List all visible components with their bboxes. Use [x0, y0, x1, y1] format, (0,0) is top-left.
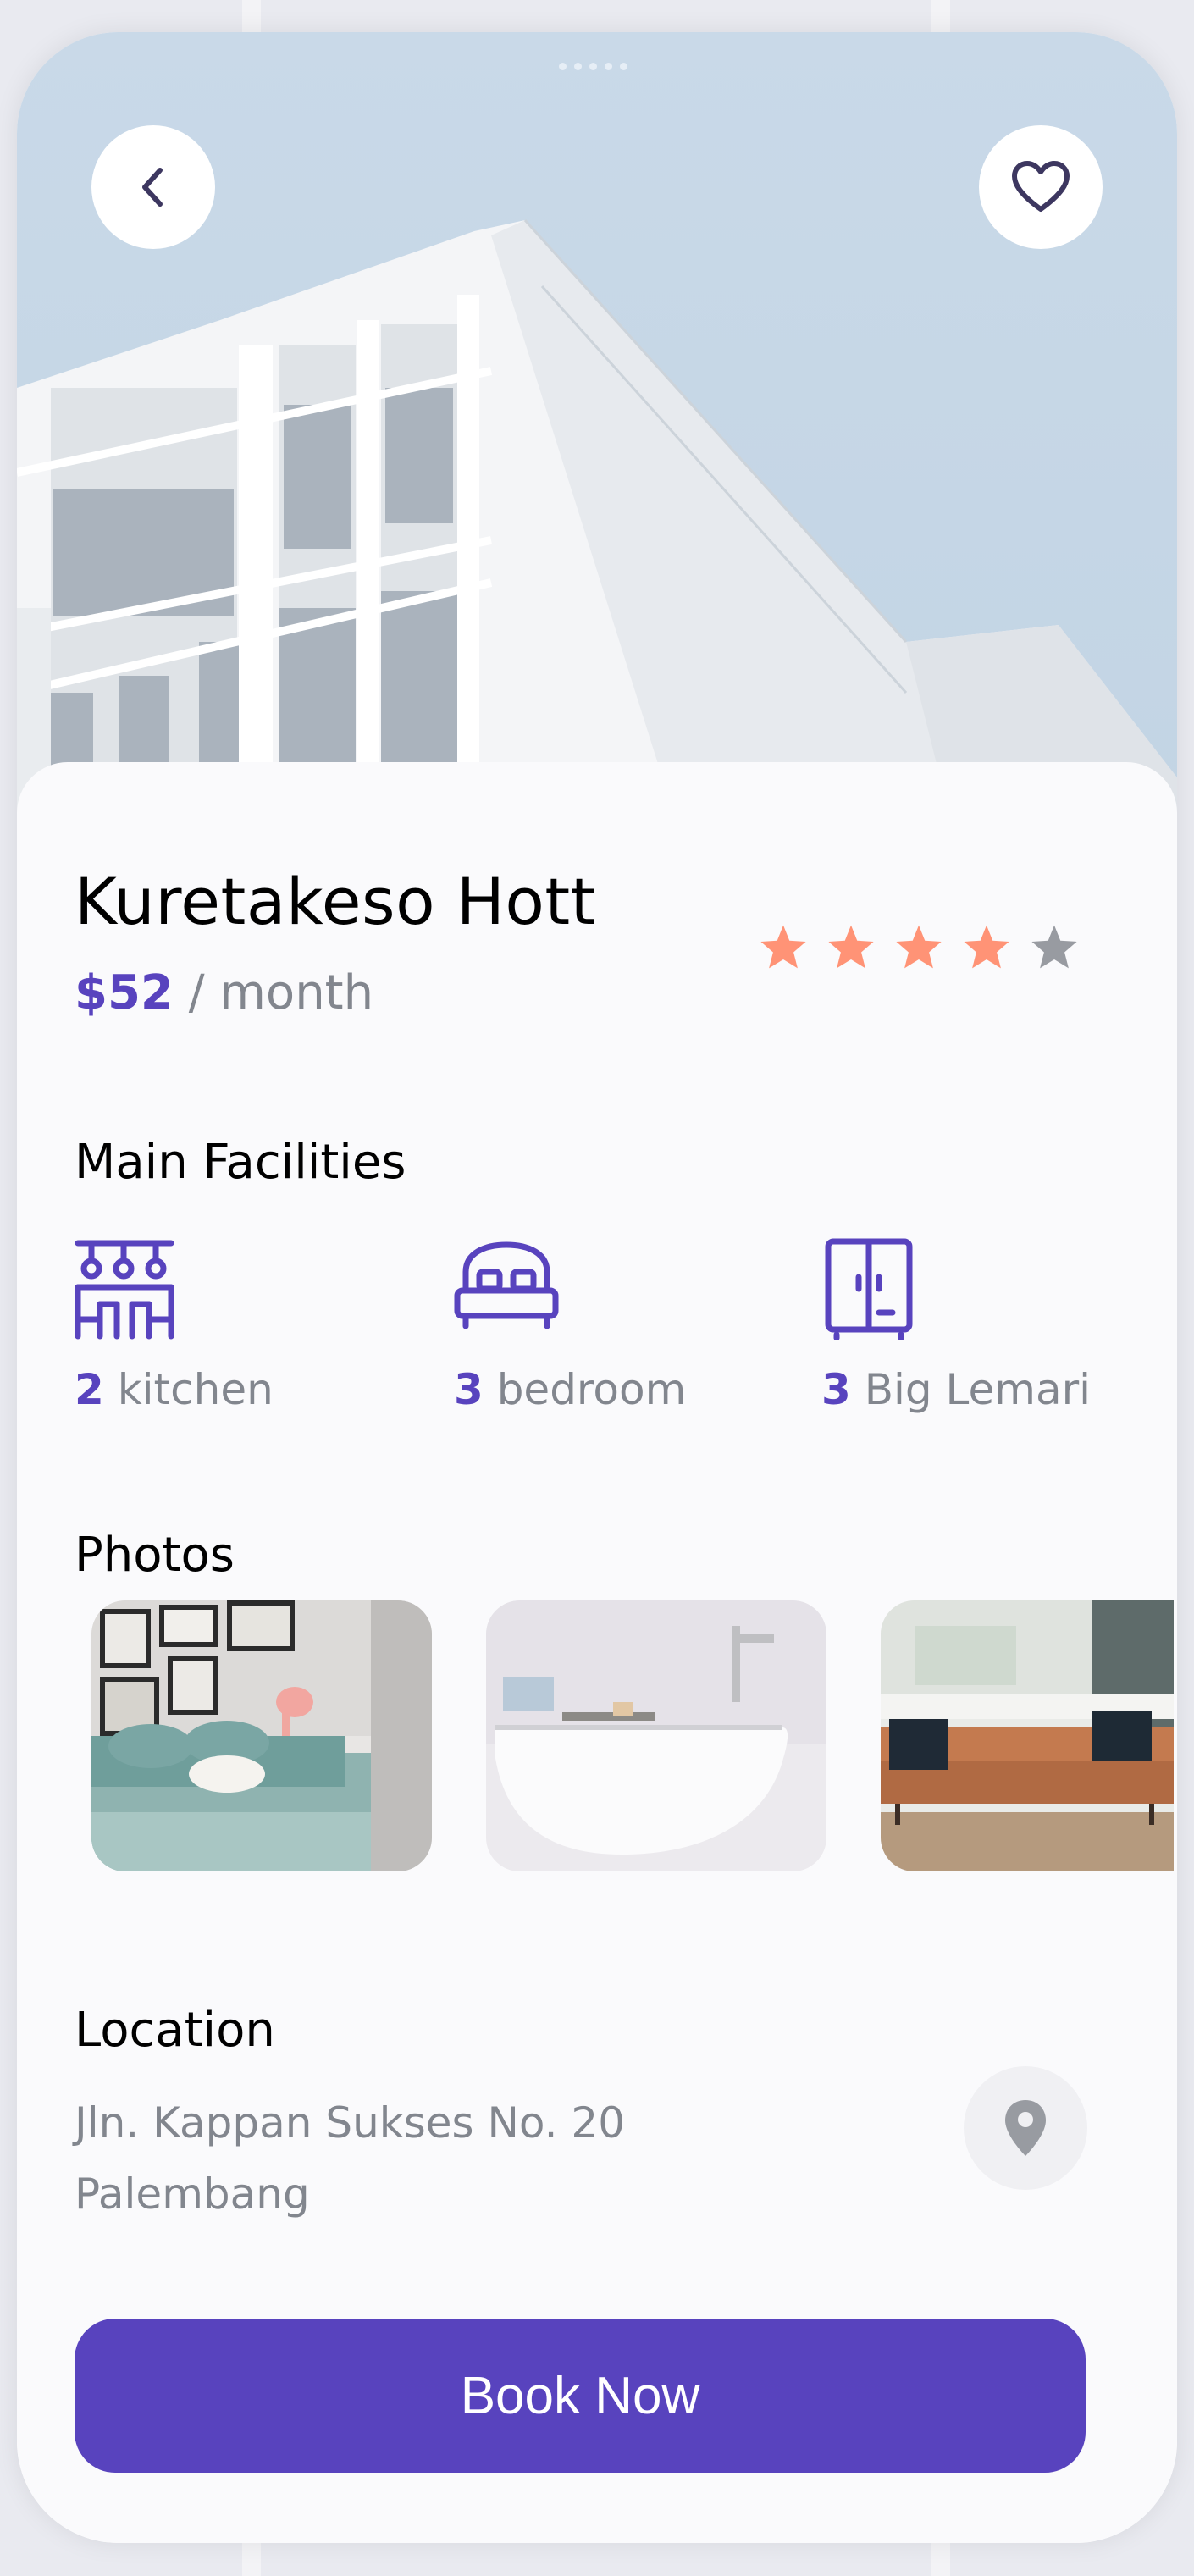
star-empty-icon	[1031, 925, 1077, 969]
location-heading: Location	[75, 2003, 275, 2058]
star-filled-icon	[896, 925, 942, 969]
address: Jln. Kappan Sukses No. 20 Palembang	[75, 2087, 625, 2230]
property-name: Kuretakeso Hott	[75, 864, 596, 939]
facilities-heading: Main Facilities	[75, 1135, 406, 1190]
bedroom-photo[interactable]	[91, 1600, 432, 1871]
chevron-left-icon	[142, 168, 163, 207]
bed-icon	[454, 1241, 559, 1329]
facility-wardrobe: 3 Big Lemari	[821, 1238, 1091, 1414]
star-filled-icon	[964, 925, 1009, 969]
living-room-photo[interactable]	[881, 1600, 1174, 1871]
star-filled-icon	[760, 925, 806, 969]
book-now-button[interactable]: Book Now	[75, 2319, 1086, 2473]
star-filled-icon	[828, 925, 874, 969]
price-period: / month	[173, 965, 374, 1020]
kitchen-icon	[75, 1240, 174, 1340]
favorite-button[interactable]	[979, 125, 1103, 249]
price-amount: $52	[75, 965, 174, 1020]
back-button[interactable]	[91, 125, 215, 249]
address-line-1: Jln. Kappan Sukses No. 20	[75, 2098, 626, 2148]
address-line-2: Palembang	[75, 2170, 310, 2219]
drag-handle-dots	[559, 63, 627, 70]
price: $52 / month	[75, 965, 373, 1020]
facility-kitchen: 2 kitchen	[75, 1238, 274, 1414]
facility-label: 3 bedroom	[454, 1365, 687, 1414]
facility-label: 2 kitchen	[75, 1365, 274, 1414]
bathtub-photo[interactable]	[486, 1600, 826, 1871]
heart-icon	[1012, 161, 1070, 212]
map-location-button[interactable]	[964, 2066, 1087, 2190]
facility-bedroom: 3 bedroom	[454, 1238, 686, 1414]
photos-heading: Photos	[75, 1528, 235, 1583]
rating-stars	[759, 923, 1079, 970]
map-pin-icon	[1005, 2100, 1046, 2156]
wardrobe-icon	[825, 1238, 913, 1341]
facility-label: 3 Big Lemari	[821, 1365, 1092, 1414]
